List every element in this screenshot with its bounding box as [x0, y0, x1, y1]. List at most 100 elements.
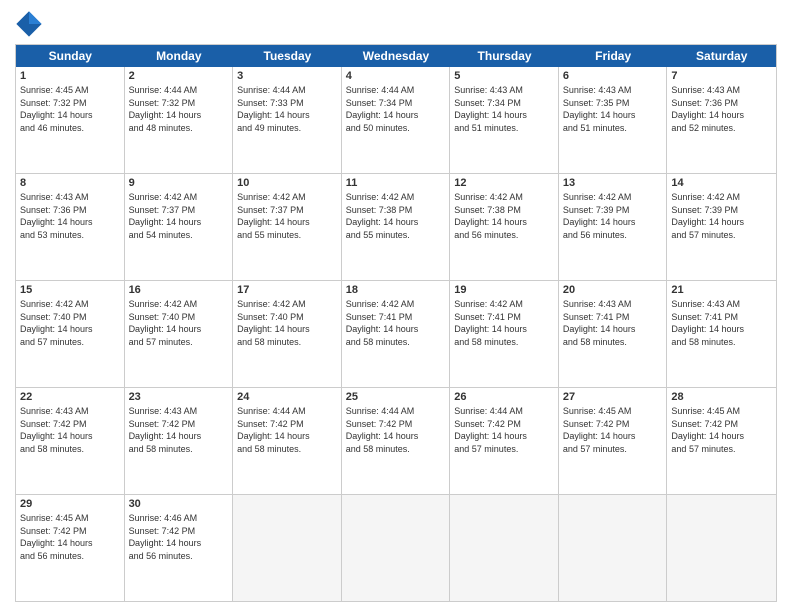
calendar-row-3: 15 Sunrise: 4:42 AM Sunset: 7:40 PM Dayli… [16, 281, 776, 388]
day-info: Sunrise: 4:44 AM Sunset: 7:34 PM Dayligh… [346, 84, 446, 134]
day-cell-9: 9Sunrise: 4:42 AM Sunset: 7:37 PM Daylig… [125, 174, 234, 280]
day-number: 5 [454, 70, 554, 82]
calendar-row-1: 1Sunrise: 4:45 AM Sunset: 7:32 PM Daylig… [16, 67, 776, 174]
calendar-row-2: 8Sunrise: 4:43 AM Sunset: 7:36 PM Daylig… [16, 174, 776, 281]
day-info: Sunrise: 4:44 AM Sunset: 7:42 PM Dayligh… [454, 405, 554, 455]
day-cell-29: 29 Sunrise: 4:45 AM Sunset: 7:42 PM Dayli… [16, 495, 125, 601]
day-cell-12: 12Sunrise: 4:42 AM Sunset: 7:38 PM Dayli… [450, 174, 559, 280]
day-info: Sunrise: 4:42 AM Sunset: 7:39 PM Dayligh… [563, 191, 663, 241]
day-info: Sunrise: 4:42 AM Sunset: 7:41 PM Dayligh… [346, 298, 446, 348]
day-info: Sunrise: 4:42 AM Sunset: 7:38 PM Dayligh… [346, 191, 446, 241]
calendar-body: 1Sunrise: 4:45 AM Sunset: 7:32 PM Daylig… [16, 67, 776, 601]
day-info: Sunrise: 4:43 AM Sunset: 7:36 PM Dayligh… [20, 191, 120, 241]
day-number: 27 [563, 391, 663, 403]
day-number: 14 [671, 177, 772, 189]
day-info: Sunrise: 4:42 AM Sunset: 7:38 PM Dayligh… [454, 191, 554, 241]
logo [15, 10, 47, 38]
day-cell-30: 30 Sunrise: 4:46 AM Sunset: 7:42 PM Dayli… [125, 495, 234, 601]
day-info: Sunrise: 4:46 AM Sunset: 7:42 PM Dayligh… [129, 512, 229, 562]
day-info: Sunrise: 4:44 AM Sunset: 7:42 PM Dayligh… [237, 405, 337, 455]
day-info: Sunrise: 4:44 AM Sunset: 7:33 PM Dayligh… [237, 84, 337, 134]
day-number: 29 [20, 498, 120, 510]
day-number: 21 [671, 284, 772, 296]
weekday-header-sunday: Sunday [16, 45, 125, 67]
page: SundayMondayTuesdayWednesdayThursdayFrid… [0, 0, 792, 612]
weekday-header-thursday: Thursday [450, 45, 559, 67]
day-number: 24 [237, 391, 337, 403]
day-cell-13: 13 Sunrise: 4:42 AM Sunset: 7:39 PM Dayli… [559, 174, 668, 280]
day-number: 2 [129, 70, 229, 82]
day-cell-19: 19Sunrise: 4:42 AM Sunset: 7:41 PM Dayli… [450, 281, 559, 387]
day-info: Sunrise: 4:42 AM Sunset: 7:39 PM Dayligh… [671, 191, 772, 241]
day-info: Sunrise: 4:42 AM Sunset: 7:41 PM Dayligh… [454, 298, 554, 348]
calendar: SundayMondayTuesdayWednesdayThursdayFrid… [15, 44, 777, 602]
day-info: Sunrise: 4:45 AM Sunset: 7:42 PM Dayligh… [671, 405, 772, 455]
day-number: 4 [346, 70, 446, 82]
day-number: 20 [563, 284, 663, 296]
day-info: Sunrise: 4:44 AM Sunset: 7:42 PM Dayligh… [346, 405, 446, 455]
day-cell-20: 20 Sunrise: 4:43 AM Sunset: 7:41 PM Dayli… [559, 281, 668, 387]
day-info: Sunrise: 4:43 AM Sunset: 7:36 PM Dayligh… [671, 84, 772, 134]
day-cell-4: 4 Sunrise: 4:44 AM Sunset: 7:34 PM Daylig… [342, 67, 451, 173]
day-number: 16 [129, 284, 229, 296]
weekday-header-monday: Monday [125, 45, 234, 67]
empty-cell [342, 495, 451, 601]
empty-cell [450, 495, 559, 601]
day-number: 15 [20, 284, 120, 296]
empty-cell [559, 495, 668, 601]
day-cell-3: 3Sunrise: 4:44 AM Sunset: 7:33 PM Daylig… [233, 67, 342, 173]
empty-cell [233, 495, 342, 601]
day-number: 28 [671, 391, 772, 403]
logo-icon [15, 10, 43, 38]
day-info: Sunrise: 4:44 AM Sunset: 7:32 PM Dayligh… [129, 84, 229, 134]
weekday-header-saturday: Saturday [667, 45, 776, 67]
day-cell-22: 22 Sunrise: 4:43 AM Sunset: 7:42 PM Dayli… [16, 388, 125, 494]
day-number: 23 [129, 391, 229, 403]
day-info: Sunrise: 4:45 AM Sunset: 7:42 PM Dayligh… [563, 405, 663, 455]
day-number: 26 [454, 391, 554, 403]
day-info: Sunrise: 4:43 AM Sunset: 7:35 PM Dayligh… [563, 84, 663, 134]
day-cell-27: 27 Sunrise: 4:45 AM Sunset: 7:42 PM Dayli… [559, 388, 668, 494]
day-info: Sunrise: 4:42 AM Sunset: 7:40 PM Dayligh… [129, 298, 229, 348]
day-cell-18: 18 Sunrise: 4:42 AM Sunset: 7:41 PM Dayli… [342, 281, 451, 387]
day-number: 6 [563, 70, 663, 82]
day-number: 10 [237, 177, 337, 189]
day-cell-8: 8Sunrise: 4:43 AM Sunset: 7:36 PM Daylig… [16, 174, 125, 280]
day-cell-25: 25Sunrise: 4:44 AM Sunset: 7:42 PM Dayli… [342, 388, 451, 494]
day-number: 22 [20, 391, 120, 403]
day-number: 11 [346, 177, 446, 189]
weekday-header-wednesday: Wednesday [342, 45, 451, 67]
day-number: 18 [346, 284, 446, 296]
day-number: 7 [671, 70, 772, 82]
day-cell-5: 5 Sunrise: 4:43 AM Sunset: 7:34 PM Daylig… [450, 67, 559, 173]
day-info: Sunrise: 4:45 AM Sunset: 7:42 PM Dayligh… [20, 512, 120, 562]
day-cell-26: 26 Sunrise: 4:44 AM Sunset: 7:42 PM Dayli… [450, 388, 559, 494]
day-info: Sunrise: 4:43 AM Sunset: 7:34 PM Dayligh… [454, 84, 554, 134]
day-info: Sunrise: 4:43 AM Sunset: 7:42 PM Dayligh… [20, 405, 120, 455]
calendar-header: SundayMondayTuesdayWednesdayThursdayFrid… [16, 45, 776, 67]
calendar-row-5: 29 Sunrise: 4:45 AM Sunset: 7:42 PM Dayli… [16, 495, 776, 601]
day-info: Sunrise: 4:43 AM Sunset: 7:41 PM Dayligh… [563, 298, 663, 348]
day-info: Sunrise: 4:45 AM Sunset: 7:32 PM Dayligh… [20, 84, 120, 134]
day-info: Sunrise: 4:42 AM Sunset: 7:40 PM Dayligh… [237, 298, 337, 348]
day-number: 17 [237, 284, 337, 296]
calendar-row-4: 22 Sunrise: 4:43 AM Sunset: 7:42 PM Dayli… [16, 388, 776, 495]
day-cell-15: 15Sunrise: 4:42 AM Sunset: 7:40 PM Dayli… [16, 281, 125, 387]
day-number: 30 [129, 498, 229, 510]
day-cell-17: 17 Sunrise: 4:42 AM Sunset: 7:40 PM Dayli… [233, 281, 342, 387]
day-info: Sunrise: 4:43 AM Sunset: 7:41 PM Dayligh… [671, 298, 772, 348]
day-cell-28: 28 Sunrise: 4:45 AM Sunset: 7:42 PM Dayli… [667, 388, 776, 494]
weekday-header-tuesday: Tuesday [233, 45, 342, 67]
day-cell-10: 10 Sunrise: 4:42 AM Sunset: 7:37 PM Dayli… [233, 174, 342, 280]
weekday-header-friday: Friday [559, 45, 668, 67]
day-number: 9 [129, 177, 229, 189]
day-info: Sunrise: 4:42 AM Sunset: 7:37 PM Dayligh… [237, 191, 337, 241]
day-info: Sunrise: 4:43 AM Sunset: 7:42 PM Dayligh… [129, 405, 229, 455]
day-cell-24: 24 Sunrise: 4:44 AM Sunset: 7:42 PM Dayli… [233, 388, 342, 494]
day-cell-7: 7 Sunrise: 4:43 AM Sunset: 7:36 PM Daylig… [667, 67, 776, 173]
day-cell-21: 21 Sunrise: 4:43 AM Sunset: 7:41 PM Dayli… [667, 281, 776, 387]
day-cell-2: 2 Sunrise: 4:44 AM Sunset: 7:32 PM Daylig… [125, 67, 234, 173]
day-cell-23: 23 Sunrise: 4:43 AM Sunset: 7:42 PM Dayli… [125, 388, 234, 494]
day-cell-14: 14 Sunrise: 4:42 AM Sunset: 7:39 PM Dayli… [667, 174, 776, 280]
day-number: 13 [563, 177, 663, 189]
